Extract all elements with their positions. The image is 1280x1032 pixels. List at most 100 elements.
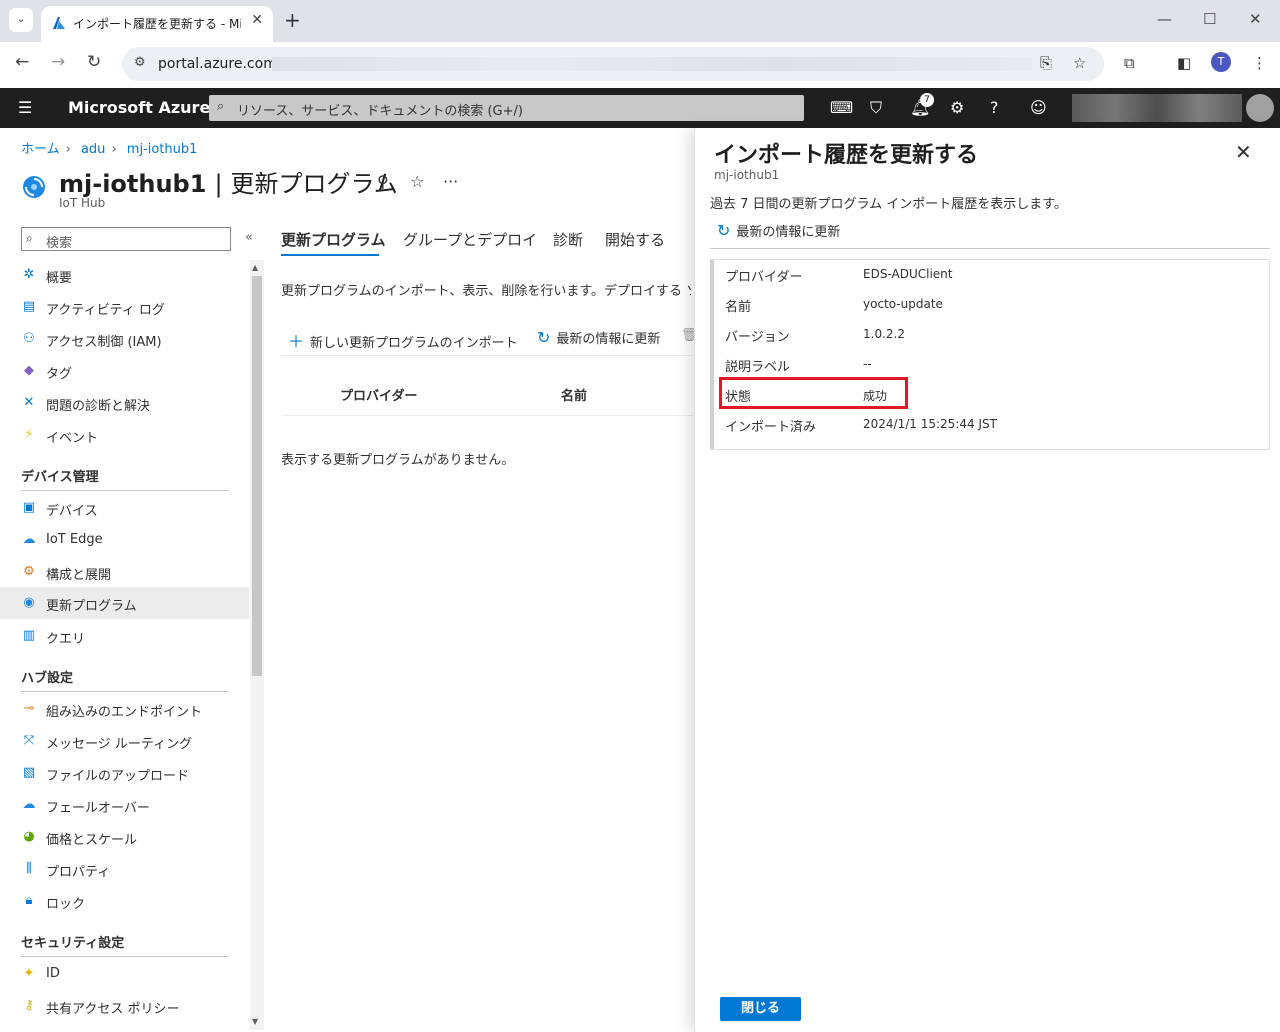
nav-label: 概要 (46, 271, 73, 286)
profile-avatar[interactable]: T (1211, 52, 1231, 72)
install-app-icon[interactable]: ⎘ (1040, 54, 1052, 72)
tag-icon: ◆ (24, 363, 34, 378)
extensions-icon[interactable]: ⧉ (1124, 54, 1135, 72)
access-control-icon: ⚇ (23, 331, 35, 346)
more-options-icon[interactable]: ··· (443, 172, 458, 191)
portal-menu-icon[interactable]: ☰ (18, 98, 32, 117)
nav-item-identity[interactable]: ✦ ID (0, 958, 249, 990)
nav-label: 構成と展開 (46, 568, 112, 583)
nav-item-lock[interactable]: 🔒︎ ロック (0, 885, 249, 917)
tab-groups-deployments[interactable]: グループとデプロイ (403, 229, 537, 250)
favorite-star-icon[interactable]: ☆ (410, 172, 424, 191)
nav-item-routing[interactable]: ⤧ メッセージ ルーティング (0, 725, 249, 757)
nav-item-configuration[interactable]: ⚙ 構成と展開 (0, 556, 249, 588)
nav-item-diagnose[interactable]: ✕ 問題の診断と解決 (0, 387, 249, 419)
nav-item-shared-access[interactable]: ⚷ 共有アクセス ポリシー (0, 990, 249, 1022)
import-update-label: 新しい更新プログラムのインポート (310, 336, 518, 351)
import-update-button[interactable]: ＋ 新しい更新プログラムのインポート (288, 328, 518, 352)
nav-item-failover[interactable]: ☁ フェールオーバー (0, 789, 249, 821)
iot-edge-cloud-icon: ☁ (22, 532, 36, 547)
field-value-version: 1.0.2.2 (863, 327, 905, 341)
nav-search-input[interactable]: ⌕ 検索 (21, 227, 231, 251)
nav-item-overview[interactable]: ✲ 概要 (0, 259, 249, 291)
forward-icon[interactable]: → (51, 52, 65, 72)
pin-icon[interactable]: ⚲ (377, 172, 389, 191)
panel-refresh-button[interactable]: ↻ 最新の情報に更新 (717, 221, 840, 240)
side-panel-icon[interactable]: ◧ (1177, 54, 1191, 72)
command-bar-divider (281, 355, 693, 356)
page-title: mj-iothub1 | 更新プログラム (59, 170, 398, 198)
site-info-icon[interactable]: ⚙ (134, 55, 146, 70)
nav-label: フェールオーバー (46, 801, 150, 816)
address-bar[interactable]: ⚙ portal.azure.com/ ⎘ ☆ (122, 47, 1104, 81)
azure-brand[interactable]: Microsoft Azure (68, 98, 210, 117)
failover-cloud-icon: ☁ (22, 797, 36, 812)
help-icon[interactable]: ? (990, 98, 999, 117)
browser-menu-icon[interactable]: ⋮ (1252, 54, 1267, 72)
feedback-icon[interactable]: ☺ (1030, 98, 1047, 117)
column-header-provider[interactable]: プロバイダー (340, 385, 417, 404)
nav-item-tags[interactable]: ◆ タグ (0, 355, 249, 387)
routing-icon: ⤧ (23, 733, 35, 748)
directory-filter-icon[interactable]: ⛉ (870, 98, 882, 118)
account-info-redacted[interactable] (1072, 94, 1242, 122)
nav-item-pricing[interactable]: ◕ 価格とスケール (0, 821, 249, 853)
field-label-description: 説明ラベル (725, 360, 791, 375)
browser-tab-active[interactable]: インポート履歴を更新する - Micros ✕ (41, 6, 273, 42)
identity-key-icon: ✦ (23, 966, 35, 981)
scroll-down-icon[interactable]: ▼ (252, 1017, 258, 1026)
tab-close-icon[interactable]: ✕ (251, 12, 263, 28)
scroll-up-icon[interactable]: ▲ (252, 263, 258, 272)
tab-search-dropdown[interactable]: ⌄ (9, 8, 33, 32)
tab-get-started[interactable]: 開始する (605, 229, 665, 250)
bookmark-star-icon[interactable]: ☆ (1073, 54, 1086, 72)
panel-close-icon[interactable]: ✕ (1235, 140, 1252, 164)
column-header-name[interactable]: 名前 (561, 385, 587, 404)
nav-item-properties[interactable]: ⫼ プロパティ (0, 853, 249, 885)
minimize-icon[interactable]: — (1157, 10, 1172, 28)
nav-divider (21, 691, 229, 692)
nav-search-placeholder: 検索 (46, 236, 73, 251)
nav-group-device-management[interactable]: デバイス管理 (21, 466, 99, 485)
cloud-shell-icon[interactable]: ⌨ (830, 98, 853, 117)
nav-group-security-settings[interactable]: セキュリティ設定 (21, 932, 124, 951)
global-search-placeholder: リソース、サービス、ドキュメントの検索 (G+/) (237, 104, 523, 119)
refresh-button[interactable]: ↻ 最新の情報に更新 (537, 328, 660, 347)
field-value-provider: EDS-ADUClient (863, 267, 953, 281)
field-label-imported: インポート済み (725, 420, 817, 435)
search-icon: ⌕ (26, 231, 33, 245)
tab-updates[interactable]: 更新プログラム (281, 229, 386, 250)
nav-divider (21, 490, 229, 491)
nav-item-iam[interactable]: ⚇ アクセス制御 (IAM) (0, 323, 249, 355)
panel-close-button[interactable]: 閉じる (720, 997, 801, 1021)
nav-item-iot-edge[interactable]: ☁ IoT Edge (0, 524, 249, 556)
tab-diagnostics[interactable]: 診断 (553, 229, 583, 250)
nav-item-file-upload[interactable]: ▧ ファイルのアップロード (0, 757, 249, 789)
reload-icon[interactable]: ↻ (87, 52, 101, 72)
global-search-input[interactable]: ⌕ リソース、サービス、ドキュメントの検索 (G+/) (209, 95, 804, 121)
nav-item-activity-log[interactable]: ▤ アクティビティ ログ (0, 291, 249, 323)
url-text: portal.azure.com/ (158, 56, 282, 72)
nav-item-updates[interactable]: ◉ 更新プログラム (0, 587, 249, 619)
account-avatar[interactable] (1246, 94, 1274, 122)
back-icon[interactable]: ← (15, 52, 29, 72)
iot-hub-update-icon (23, 176, 45, 198)
key-icon: ⚷ (24, 998, 34, 1013)
breadcrumb-home[interactable]: ホーム (21, 142, 60, 157)
breadcrumb-adu[interactable]: adu (81, 142, 105, 157)
settings-gear-icon[interactable]: ⚙ (950, 98, 964, 117)
nav-group-hub-settings[interactable]: ハブ設定 (21, 667, 73, 686)
nav-item-query[interactable]: ▥ クエリ (0, 620, 249, 652)
breadcrumb-iothub[interactable]: mj-iothub1 (127, 142, 198, 157)
resource-type: IoT Hub (59, 196, 106, 210)
maximize-icon[interactable]: ☐ (1203, 10, 1216, 28)
nav-item-devices[interactable]: ▣ デバイス (0, 492, 249, 524)
nav-item-endpoints[interactable]: ⊸ 組み込みのエンドポイント (0, 693, 249, 725)
breadcrumb-sep: › (111, 142, 117, 157)
collapse-nav-icon[interactable]: « (245, 230, 253, 245)
azure-header: ☰ Microsoft Azure ⌕ リソース、サービス、ドキュメントの検索 … (0, 88, 1280, 128)
new-tab-icon[interactable]: + (284, 8, 301, 32)
nav-scrollbar-thumb[interactable] (252, 276, 262, 676)
window-close-icon[interactable]: ✕ (1249, 10, 1262, 28)
nav-item-events[interactable]: ⚡ イベント (0, 419, 249, 451)
